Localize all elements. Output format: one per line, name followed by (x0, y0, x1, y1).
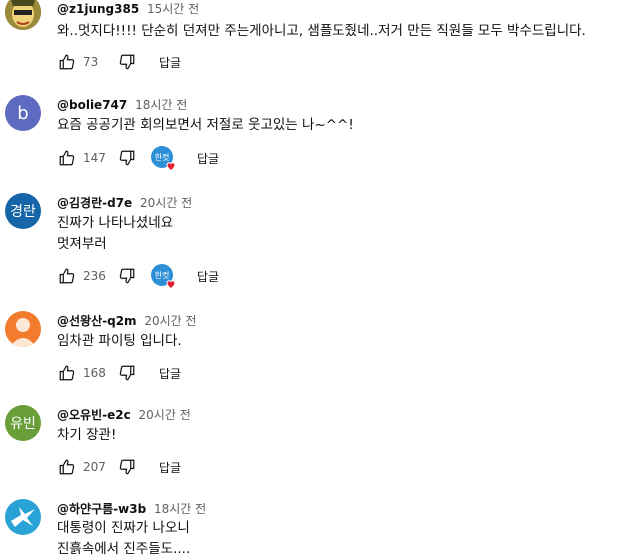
dislike-button[interactable] (117, 266, 137, 286)
avatar[interactable]: b (5, 95, 41, 131)
comment-time[interactable]: 18시간 전 (154, 502, 206, 516)
like-button[interactable] (57, 148, 77, 168)
comment-text-line: 진짜가 나타나셨네요 (57, 215, 174, 231)
comment-header: @z1jung385 15시간 전 (57, 0, 199, 17)
comment-text: 와..멋지다!!!! 단순히 던져만 주는게아니고, 샘플도줬네..저거 만든 … (57, 21, 586, 42)
comment-author[interactable]: @선왕산-q2m (57, 314, 137, 328)
bird-icon (11, 507, 35, 527)
comment-header: @오유빈-e2c 20시간 전 (57, 406, 191, 423)
comment-text: 진짜가 나타나셨네요 멋져부러 (57, 213, 173, 255)
avatar-letter: 경란 (10, 204, 36, 220)
reply-button[interactable]: 답글 (197, 268, 219, 285)
avatar-letter: b (17, 102, 29, 124)
thumbs-down-icon (119, 54, 135, 70)
comment-author[interactable]: @오유빈-e2c (57, 408, 131, 422)
creator-heart: 한컷 (151, 264, 176, 290)
thumbs-down-icon (119, 459, 135, 475)
comment-text-line: 대통령이 진짜가 나오니 (57, 520, 190, 536)
reply-button[interactable]: 답글 (197, 150, 219, 167)
like-button[interactable] (57, 266, 77, 286)
comment-author[interactable]: @김경란-d7e (57, 196, 132, 210)
comment-author[interactable]: @하얀구름-w3b (57, 502, 146, 516)
avatar[interactable]: 유빈 (5, 405, 41, 441)
comment-header: @bolie747 18시간 전 (57, 96, 187, 113)
comment-time[interactable]: 18시간 전 (135, 98, 187, 112)
thumbs-up-icon (59, 459, 75, 475)
comment-author[interactable]: @z1jung385 (57, 2, 139, 16)
creator-heart: 한컷 (151, 146, 176, 172)
avatar[interactable] (5, 311, 41, 347)
like-count: 147 (83, 151, 106, 165)
comment-text: 대통령이 진짜가 나오니 진흙속에서 진주들도.... (57, 518, 190, 560)
avatar[interactable] (5, 0, 41, 30)
heart-icon (166, 162, 176, 172)
comment-text: 차기 장관! (57, 425, 116, 446)
like-button[interactable] (57, 457, 77, 477)
comment-actions: 168 답글 (57, 361, 181, 385)
thumbs-up-icon (59, 365, 75, 381)
like-count: 168 (83, 366, 106, 380)
reply-button[interactable]: 답글 (159, 365, 181, 382)
heart-icon (166, 280, 176, 290)
dislike-button[interactable] (117, 148, 137, 168)
comment-text-line: 임차관 파이팅 입니다. (57, 333, 182, 349)
comment-time[interactable]: 20시간 전 (139, 408, 191, 422)
thumbs-down-icon (119, 268, 135, 284)
comment-text-line: 요즘 공공기관 회의보면서 저절로 웃고있는 나~^^! (57, 117, 354, 133)
comment-actions: 236 한컷 답글 (57, 264, 219, 290)
comment-text: 요즘 공공기관 회의보면서 저절로 웃고있는 나~^^! (57, 115, 354, 136)
dislike-button[interactable] (117, 457, 137, 477)
comment-header: @선왕산-q2m 20시간 전 (57, 312, 197, 329)
comment-text-line: 차기 장관! (57, 427, 117, 443)
comment-actions: 73 답글 (57, 50, 181, 74)
comment-header: @하얀구름-w3b 18시간 전 (57, 500, 206, 517)
comment-text-line: 진흙속에서 진주들도.... (57, 541, 191, 557)
like-count: 207 (83, 460, 106, 474)
reply-button[interactable]: 답글 (159, 54, 181, 71)
thumbs-up-icon (59, 268, 75, 284)
thumbs-down-icon (119, 365, 135, 381)
comment-text: 임차관 파이팅 입니다. (57, 331, 182, 352)
comment-actions: 207 답글 (57, 455, 181, 479)
like-button[interactable] (57, 363, 77, 383)
comment-header: @김경란-d7e 20시간 전 (57, 194, 192, 211)
reply-button[interactable]: 답글 (159, 459, 181, 476)
avatar-illustration (5, 0, 41, 30)
avatar-letter: 유빈 (10, 416, 36, 432)
thumbs-up-icon (59, 150, 75, 166)
dislike-button[interactable] (117, 52, 137, 72)
comment-text-line: 와..멋지다!!!! 단순히 던져만 주는게아니고, 샘플도줬네..저거 만든 … (57, 23, 586, 39)
thumbs-down-icon (119, 150, 135, 166)
thumbs-up-icon (59, 54, 75, 70)
dislike-button[interactable] (117, 363, 137, 383)
comment-time[interactable]: 20시간 전 (144, 314, 196, 328)
avatar[interactable]: 경란 (5, 193, 41, 229)
comment-author[interactable]: @bolie747 (57, 98, 127, 112)
person-icon (10, 318, 36, 347)
like-button[interactable] (57, 52, 77, 72)
comment-time[interactable]: 20시간 전 (140, 196, 192, 210)
like-count: 236 (83, 269, 106, 283)
comment-actions: 147 한컷 답글 (57, 146, 219, 172)
like-count: 73 (83, 55, 99, 69)
avatar[interactable] (5, 499, 41, 535)
comment-text-line: 멋져부러 (57, 236, 107, 252)
comment-time[interactable]: 15시간 전 (147, 2, 199, 16)
